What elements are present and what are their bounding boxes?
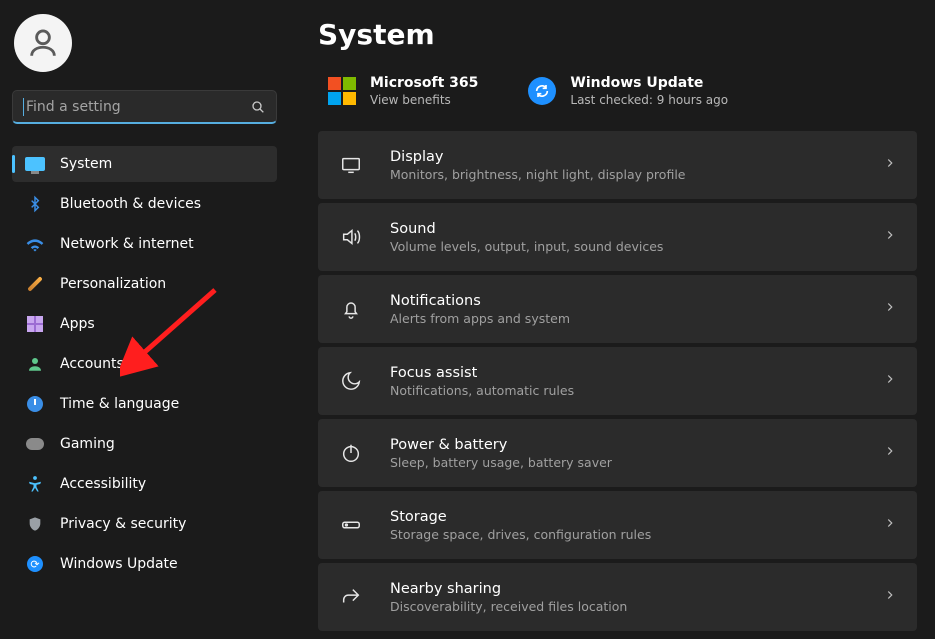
nav-label: System (60, 156, 112, 172)
card-sub: Volume levels, output, input, sound devi… (390, 239, 883, 254)
settings-cards: Display Monitors, brightness, night ligh… (318, 131, 917, 631)
nav-label: Privacy & security (60, 516, 186, 532)
nav-label: Apps (60, 316, 95, 332)
shield-icon (24, 513, 46, 535)
nav-label: Accessibility (60, 476, 146, 492)
nav-network[interactable]: Network & internet (12, 226, 277, 262)
nav-apps[interactable]: Apps (12, 306, 277, 342)
card-sub: Monitors, brightness, night light, displ… (390, 167, 883, 182)
gamepad-icon (24, 433, 46, 455)
nav-label: Bluetooth & devices (60, 196, 201, 212)
brush-icon (24, 273, 46, 295)
chevron-right-icon (883, 300, 897, 318)
chevron-right-icon (883, 228, 897, 246)
card-notifications[interactable]: Notifications Alerts from apps and syste… (318, 275, 917, 343)
card-title: Storage (390, 509, 883, 525)
chevron-right-icon (883, 444, 897, 462)
wifi-icon (24, 233, 46, 255)
nav-label: Windows Update (60, 556, 178, 572)
user-avatar[interactable] (14, 14, 72, 72)
card-sub: Discoverability, received files location (390, 599, 883, 614)
chevron-right-icon (883, 588, 897, 606)
nav-bluetooth[interactable]: Bluetooth & devices (12, 186, 277, 222)
nav-accounts[interactable]: Accounts (12, 346, 277, 382)
nav-label: Network & internet (60, 236, 194, 252)
bluetooth-icon (24, 193, 46, 215)
power-icon (338, 440, 364, 466)
nav-label: Gaming (60, 436, 115, 452)
card-focus[interactable]: Focus assist Notifications, automatic ru… (318, 347, 917, 415)
page-title: System (318, 18, 917, 51)
nav-update[interactable]: ⟳ Windows Update (12, 546, 277, 582)
nav-accessibility[interactable]: Accessibility (12, 466, 277, 502)
display-icon (338, 152, 364, 178)
clock-icon (24, 393, 46, 415)
main-content: System Microsoft 365 View benefits Windo… (300, 0, 935, 639)
moon-icon (338, 368, 364, 394)
card-title: Power & battery (390, 437, 883, 453)
card-storage[interactable]: Storage Storage space, drives, configura… (318, 491, 917, 559)
card-sub: Notifications, automatic rules (390, 383, 883, 398)
info-ms365[interactable]: Microsoft 365 View benefits (328, 75, 478, 107)
chevron-right-icon (883, 516, 897, 534)
windows-update-icon (528, 77, 556, 105)
search-input[interactable] (12, 90, 277, 124)
bell-icon (338, 296, 364, 322)
nav-time[interactable]: Time & language (12, 386, 277, 422)
nav-list: System Bluetooth & devices Network & int… (12, 146, 288, 582)
nav-label: Time & language (60, 396, 179, 412)
sidebar: System Bluetooth & devices Network & int… (0, 0, 300, 639)
system-icon (24, 153, 46, 175)
card-title: Sound (390, 221, 883, 237)
card-sub: Storage space, drives, configuration rul… (390, 527, 883, 542)
search-icon (250, 99, 266, 115)
info-title: Windows Update (570, 75, 728, 91)
nav-gaming[interactable]: Gaming (12, 426, 277, 462)
info-windows-update[interactable]: Windows Update Last checked: 9 hours ago (528, 75, 728, 107)
card-sub: Sleep, battery usage, battery saver (390, 455, 883, 470)
info-sub: View benefits (370, 93, 478, 107)
nav-system[interactable]: System (12, 146, 277, 182)
card-display[interactable]: Display Monitors, brightness, night ligh… (318, 131, 917, 199)
chevron-right-icon (883, 372, 897, 390)
info-title: Microsoft 365 (370, 75, 478, 91)
user-icon (26, 26, 60, 60)
card-title: Notifications (390, 293, 883, 309)
search-field[interactable] (26, 99, 250, 115)
card-nearby[interactable]: Nearby sharing Discoverability, received… (318, 563, 917, 631)
chevron-right-icon (883, 156, 897, 174)
nav-personalization[interactable]: Personalization (12, 266, 277, 302)
sound-icon (338, 224, 364, 250)
card-sub: Alerts from apps and system (390, 311, 883, 326)
microsoft-logo-icon (328, 77, 356, 105)
nav-label: Accounts (60, 356, 124, 372)
info-sub: Last checked: 9 hours ago (570, 93, 728, 107)
apps-icon (24, 313, 46, 335)
share-icon (338, 584, 364, 610)
person-icon (24, 353, 46, 375)
accessibility-icon (24, 473, 46, 495)
update-icon: ⟳ (24, 553, 46, 575)
info-row: Microsoft 365 View benefits Windows Upda… (318, 75, 917, 107)
card-title: Nearby sharing (390, 581, 883, 597)
storage-icon (338, 512, 364, 538)
nav-privacy[interactable]: Privacy & security (12, 506, 277, 542)
nav-label: Personalization (60, 276, 166, 292)
card-sound[interactable]: Sound Volume levels, output, input, soun… (318, 203, 917, 271)
card-title: Display (390, 149, 883, 165)
card-power[interactable]: Power & battery Sleep, battery usage, ba… (318, 419, 917, 487)
text-cursor (23, 98, 24, 116)
card-title: Focus assist (390, 365, 883, 381)
